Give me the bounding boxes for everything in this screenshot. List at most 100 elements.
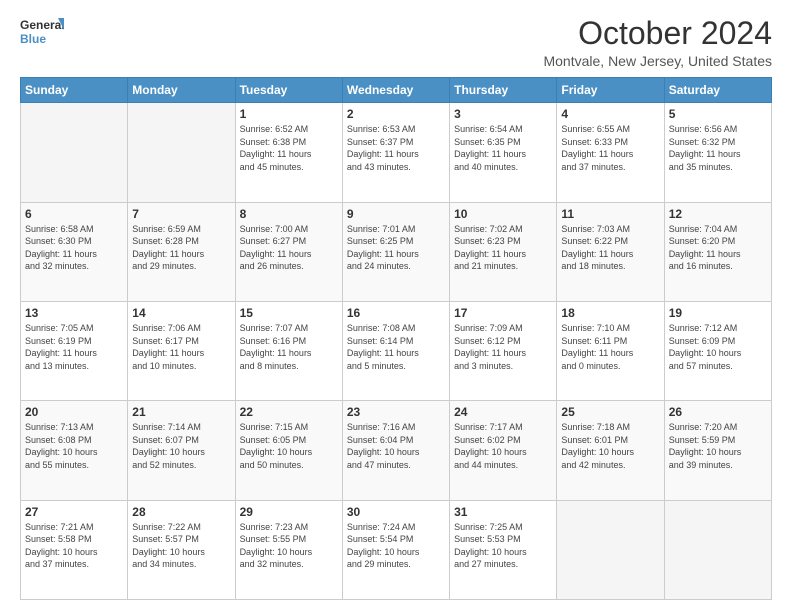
svg-text:Blue: Blue <box>20 32 46 46</box>
day-number: 1 <box>240 107 338 121</box>
day-info: Sunrise: 7:13 AMSunset: 6:08 PMDaylight:… <box>25 421 123 471</box>
calendar-cell: 2Sunrise: 6:53 AMSunset: 6:37 PMDaylight… <box>342 103 449 202</box>
calendar-cell <box>128 103 235 202</box>
day-header-saturday: Saturday <box>664 78 771 103</box>
calendar-cell: 28 Sunrise: 7:22 AMSunset: 5:57 PMDayligh… <box>128 500 235 599</box>
calendar-cell <box>664 500 771 599</box>
day-number: 31 <box>454 505 552 519</box>
calendar-header-row: SundayMondayTuesdayWednesdayThursdayFrid… <box>21 78 772 103</box>
day-number: 23 <box>347 405 445 419</box>
calendar-cell: 17 Sunrise: 7:09 AMSunset: 6:12 PMDayligh… <box>450 301 557 400</box>
day-number: 18 <box>561 306 659 320</box>
day-info: Sunrise: 6:56 AMSunset: 6:32 PMDaylight:… <box>669 123 767 173</box>
calendar-week-4: 20Sunrise: 7:13 AMSunset: 6:08 PMDayligh… <box>21 401 772 500</box>
calendar-week-3: 13 Sunrise: 7:05 AMSunset: 6:19 PMDayligh… <box>21 301 772 400</box>
day-info: Sunrise: 7:14 AMSunset: 6:07 PMDaylight:… <box>132 421 230 471</box>
day-info: Sunrise: 7:20 AMSunset: 5:59 PMDaylight:… <box>669 421 767 471</box>
day-info: Sunrise: 7:15 AMSunset: 6:05 PMDaylight:… <box>240 421 338 471</box>
day-number: 13 <box>25 306 123 320</box>
day-number: 6 <box>25 207 123 221</box>
day-header-friday: Friday <box>557 78 664 103</box>
calendar-cell: 11 Sunrise: 7:03 AMSunset: 6:22 PMDayligh… <box>557 202 664 301</box>
day-info: Sunrise: 7:24 AMSunset: 5:54 PMDaylight:… <box>347 521 445 571</box>
calendar-cell: 18 Sunrise: 7:10 AMSunset: 6:11 PMDayligh… <box>557 301 664 400</box>
day-info: Sunrise: 7:22 AMSunset: 5:57 PMDaylight:… <box>132 521 230 571</box>
calendar-week-2: 6Sunrise: 6:58 AMSunset: 6:30 PMDaylight… <box>21 202 772 301</box>
day-number: 25 <box>561 405 659 419</box>
day-info: Sunrise: 7:05 AMSunset: 6:19 PMDaylight:… <box>25 322 123 372</box>
day-info: Sunrise: 7:25 AMSunset: 5:53 PMDaylight:… <box>454 521 552 571</box>
calendar-cell: 1 Sunrise: 6:52 AMSunset: 6:38 PMDaylight… <box>235 103 342 202</box>
day-info: Sunrise: 7:07 AMSunset: 6:16 PMDaylight:… <box>240 322 338 372</box>
day-info: Sunrise: 6:52 AMSunset: 6:38 PMDaylight:… <box>240 123 338 173</box>
svg-text:General: General <box>20 18 64 32</box>
calendar-cell: 9Sunrise: 7:01 AMSunset: 6:25 PMDaylight… <box>342 202 449 301</box>
day-info: Sunrise: 7:08 AMSunset: 6:14 PMDaylight:… <box>347 322 445 372</box>
calendar-cell: 19Sunrise: 7:12 AMSunset: 6:09 PMDayligh… <box>664 301 771 400</box>
calendar-cell: 21 Sunrise: 7:14 AMSunset: 6:07 PMDayligh… <box>128 401 235 500</box>
day-header-sunday: Sunday <box>21 78 128 103</box>
day-number: 8 <box>240 207 338 221</box>
page: GeneralBlue October 2024 Montvale, New J… <box>0 0 792 612</box>
day-info: Sunrise: 7:10 AMSunset: 6:11 PMDaylight:… <box>561 322 659 372</box>
calendar-cell: 30 Sunrise: 7:24 AMSunset: 5:54 PMDayligh… <box>342 500 449 599</box>
calendar-week-1: 1 Sunrise: 6:52 AMSunset: 6:38 PMDaylight… <box>21 103 772 202</box>
calendar-cell: 29Sunrise: 7:23 AMSunset: 5:55 PMDayligh… <box>235 500 342 599</box>
day-number: 22 <box>240 405 338 419</box>
calendar-cell: 22 Sunrise: 7:15 AMSunset: 6:05 PMDayligh… <box>235 401 342 500</box>
day-number: 11 <box>561 207 659 221</box>
calendar-cell: 16Sunrise: 7:08 AMSunset: 6:14 PMDayligh… <box>342 301 449 400</box>
day-number: 12 <box>669 207 767 221</box>
day-info: Sunrise: 7:18 AMSunset: 6:01 PMDaylight:… <box>561 421 659 471</box>
calendar-cell: 20Sunrise: 7:13 AMSunset: 6:08 PMDayligh… <box>21 401 128 500</box>
day-info: Sunrise: 7:00 AMSunset: 6:27 PMDaylight:… <box>240 223 338 273</box>
day-number: 30 <box>347 505 445 519</box>
day-header-wednesday: Wednesday <box>342 78 449 103</box>
day-number: 21 <box>132 405 230 419</box>
calendar-cell: 25 Sunrise: 7:18 AMSunset: 6:01 PMDayligh… <box>557 401 664 500</box>
calendar-cell: 24 Sunrise: 7:17 AMSunset: 6:02 PMDayligh… <box>450 401 557 500</box>
day-header-tuesday: Tuesday <box>235 78 342 103</box>
day-number: 15 <box>240 306 338 320</box>
day-number: 29 <box>240 505 338 519</box>
day-number: 9 <box>347 207 445 221</box>
day-number: 5 <box>669 107 767 121</box>
calendar-cell: 15 Sunrise: 7:07 AMSunset: 6:16 PMDayligh… <box>235 301 342 400</box>
day-info: Sunrise: 7:06 AMSunset: 6:17 PMDaylight:… <box>132 322 230 372</box>
calendar-cell: 27Sunrise: 7:21 AMSunset: 5:58 PMDayligh… <box>21 500 128 599</box>
calendar-cell: 10 Sunrise: 7:02 AMSunset: 6:23 PMDayligh… <box>450 202 557 301</box>
calendar-cell: 26Sunrise: 7:20 AMSunset: 5:59 PMDayligh… <box>664 401 771 500</box>
calendar-cell: 8 Sunrise: 7:00 AMSunset: 6:27 PMDaylight… <box>235 202 342 301</box>
day-info: Sunrise: 7:03 AMSunset: 6:22 PMDaylight:… <box>561 223 659 273</box>
calendar-cell <box>21 103 128 202</box>
day-info: Sunrise: 7:17 AMSunset: 6:02 PMDaylight:… <box>454 421 552 471</box>
day-number: 17 <box>454 306 552 320</box>
calendar-cell: 31 Sunrise: 7:25 AMSunset: 5:53 PMDayligh… <box>450 500 557 599</box>
day-number: 28 <box>132 505 230 519</box>
day-number: 3 <box>454 107 552 121</box>
calendar-cell <box>557 500 664 599</box>
calendar-cell: 23 Sunrise: 7:16 AMSunset: 6:04 PMDayligh… <box>342 401 449 500</box>
day-info: Sunrise: 7:04 AMSunset: 6:20 PMDaylight:… <box>669 223 767 273</box>
title-block: October 2024 Montvale, New Jersey, Unite… <box>543 16 772 69</box>
day-info: Sunrise: 6:54 AMSunset: 6:35 PMDaylight:… <box>454 123 552 173</box>
day-info: Sunrise: 7:09 AMSunset: 6:12 PMDaylight:… <box>454 322 552 372</box>
calendar-cell: 4Sunrise: 6:55 AMSunset: 6:33 PMDaylight… <box>557 103 664 202</box>
calendar-cell: 12 Sunrise: 7:04 AMSunset: 6:20 PMDayligh… <box>664 202 771 301</box>
calendar-cell: 13 Sunrise: 7:05 AMSunset: 6:19 PMDayligh… <box>21 301 128 400</box>
calendar-week-5: 27Sunrise: 7:21 AMSunset: 5:58 PMDayligh… <box>21 500 772 599</box>
day-number: 10 <box>454 207 552 221</box>
calendar-cell: 7 Sunrise: 6:59 AMSunset: 6:28 PMDaylight… <box>128 202 235 301</box>
day-info: Sunrise: 7:02 AMSunset: 6:23 PMDaylight:… <box>454 223 552 273</box>
day-info: Sunrise: 7:12 AMSunset: 6:09 PMDaylight:… <box>669 322 767 372</box>
subtitle: Montvale, New Jersey, United States <box>543 53 772 69</box>
day-number: 24 <box>454 405 552 419</box>
day-info: Sunrise: 7:21 AMSunset: 5:58 PMDaylight:… <box>25 521 123 571</box>
day-info: Sunrise: 6:59 AMSunset: 6:28 PMDaylight:… <box>132 223 230 273</box>
day-header-monday: Monday <box>128 78 235 103</box>
logo-svg: GeneralBlue <box>20 16 64 48</box>
day-info: Sunrise: 7:16 AMSunset: 6:04 PMDaylight:… <box>347 421 445 471</box>
calendar-cell: 6Sunrise: 6:58 AMSunset: 6:30 PMDaylight… <box>21 202 128 301</box>
main-title: October 2024 <box>543 16 772 51</box>
day-number: 7 <box>132 207 230 221</box>
